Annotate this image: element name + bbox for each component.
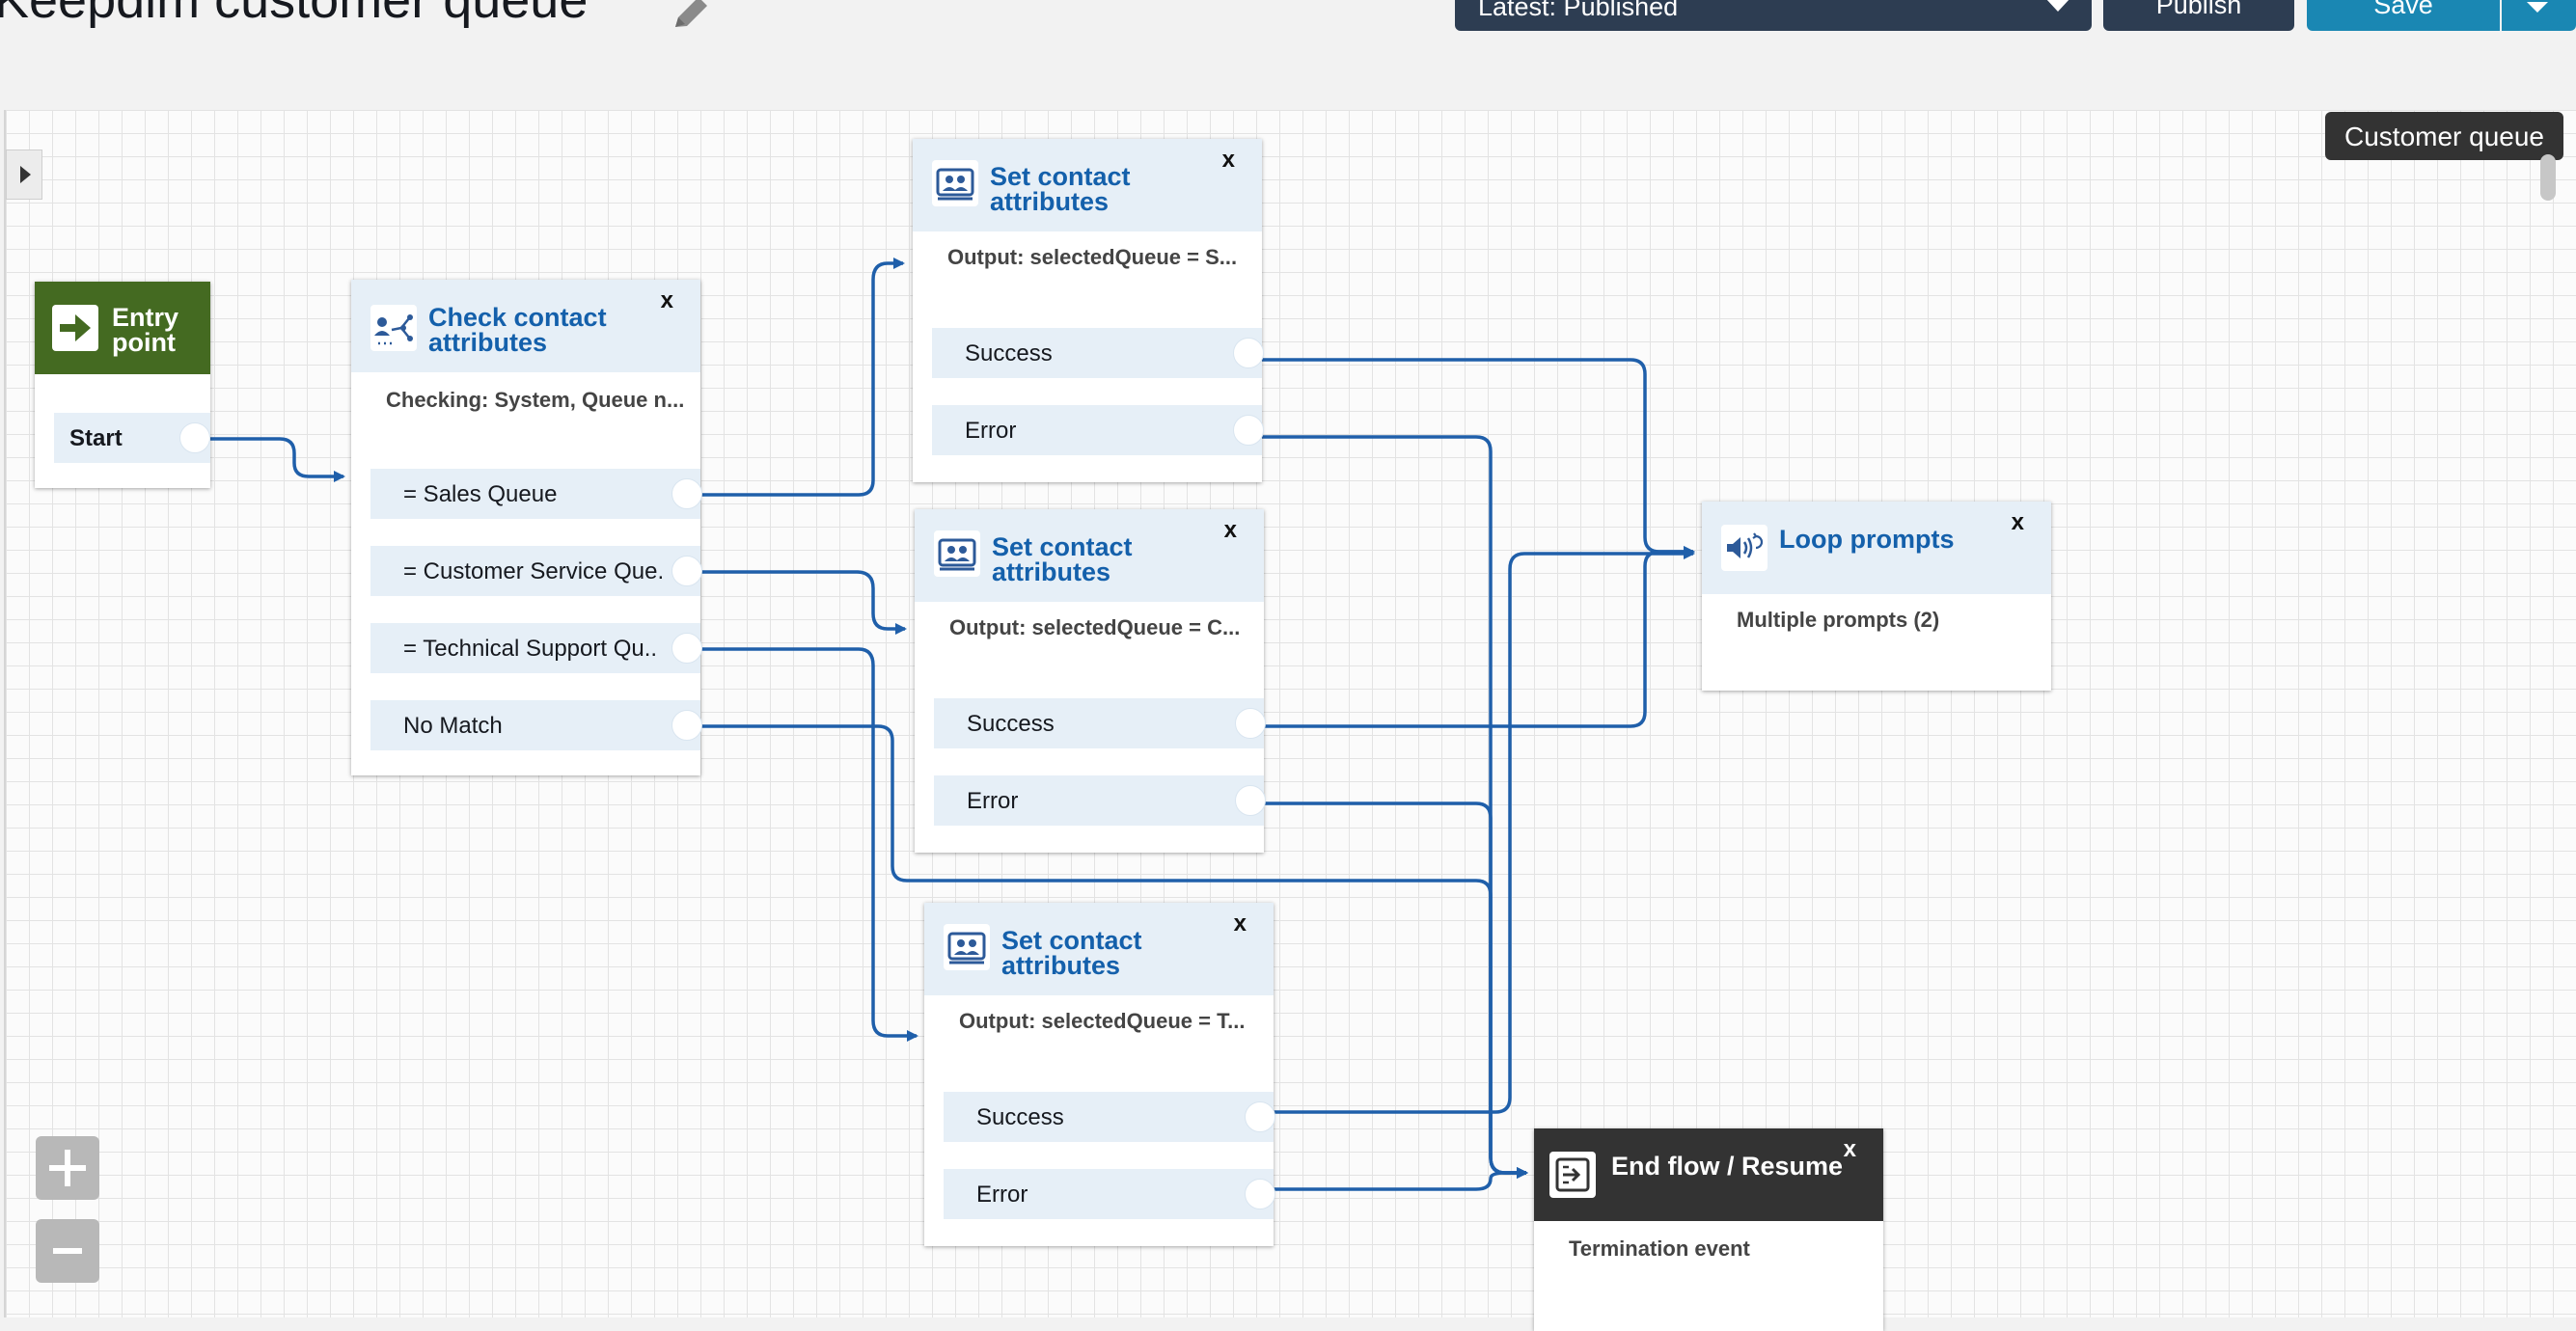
- branch-icon: [370, 305, 417, 351]
- branch-success[interactable]: Success: [932, 328, 1264, 378]
- plus-icon: [49, 1150, 86, 1186]
- block-description: Output: selectedQueue = S...: [947, 245, 1238, 269]
- output-port[interactable]: [1245, 1101, 1275, 1132]
- close-block-button[interactable]: x: [2012, 509, 2024, 536]
- branch-start[interactable]: Start: [54, 413, 210, 463]
- set-contact-attributes-block-1[interactable]: Set contact attributes x Output: selecte…: [913, 139, 1264, 482]
- contact-attributes-icon: [934, 530, 980, 577]
- branch-label: Start: [69, 425, 123, 451]
- block-title: Set contact attributes: [1001, 926, 1142, 980]
- contact-attributes-icon: [932, 160, 978, 206]
- expand-icon: [20, 166, 31, 183]
- dropdown-caret-icon: [2527, 2, 2548, 13]
- output-port[interactable]: [1233, 338, 1264, 368]
- output-port[interactable]: [671, 710, 702, 741]
- zoom-out-button[interactable]: [36, 1219, 99, 1283]
- output-port[interactable]: [1235, 785, 1266, 816]
- end-flow-icon: [1549, 1152, 1596, 1198]
- zoom-in-button[interactable]: [36, 1136, 99, 1200]
- block-title: Loop prompts: [1779, 525, 1955, 554]
- branch-label: = Technical Support Qu..: [403, 636, 658, 662]
- branch-label: No Match: [403, 713, 503, 739]
- speaker-loop-icon: [1721, 525, 1768, 571]
- output-port[interactable]: [671, 633, 702, 664]
- block-description: Checking: System, Queue n...: [386, 388, 685, 412]
- branch-error[interactable]: Error: [932, 405, 1264, 455]
- minus-icon: [53, 1248, 82, 1254]
- branch-label: = Customer Service Que.: [403, 558, 665, 584]
- branch-label: Error: [965, 418, 1017, 444]
- branch-label: Error: [976, 1182, 1028, 1208]
- end-flow-resume-block[interactable]: End flow / Resume x Termination event: [1534, 1128, 1883, 1331]
- output-port[interactable]: [671, 556, 702, 586]
- output-port[interactable]: [179, 422, 210, 453]
- close-block-button[interactable]: x: [1222, 147, 1235, 174]
- edit-pencil-icon[interactable]: [668, 0, 716, 37]
- branch-customer-service-queue[interactable]: = Customer Service Que.: [370, 546, 702, 596]
- close-block-button[interactable]: x: [1844, 1136, 1856, 1163]
- output-port[interactable]: [1245, 1179, 1275, 1209]
- publish-button[interactable]: Publish: [2103, 0, 2294, 31]
- block-description: Output: selectedQueue = C...: [949, 615, 1241, 639]
- block-description: Multiple prompts (2): [1737, 608, 1940, 632]
- entry-point-block[interactable]: Entry point Start: [35, 282, 210, 488]
- close-block-button[interactable]: x: [661, 287, 673, 314]
- branch-label: Success: [976, 1104, 1064, 1130]
- close-block-button[interactable]: x: [1234, 910, 1247, 937]
- branch-technical-support-queue[interactable]: = Technical Support Qu..: [370, 623, 702, 673]
- version-select-value: Latest: Published: [1478, 0, 1679, 21]
- block-title: Set contact attributes: [990, 162, 1131, 216]
- block-description: Termination event: [1569, 1236, 1750, 1261]
- loop-prompts-block[interactable]: Loop prompts x Multiple prompts (2): [1702, 502, 2051, 691]
- arrow-right-icon: [52, 305, 98, 351]
- check-contact-attributes-block[interactable]: Check contact attributes x Checking: Sys…: [351, 280, 702, 775]
- block-title: Entry point: [112, 303, 179, 357]
- version-select[interactable]: Latest: Published: [1455, 0, 2092, 31]
- branch-error[interactable]: Error: [944, 1169, 1275, 1219]
- page-title: Keepdim customer queue: [0, 0, 589, 29]
- sidebar-toggle[interactable]: [6, 149, 42, 200]
- set-contact-attributes-block-3[interactable]: Set contact attributes x Output: selecte…: [924, 903, 1275, 1246]
- block-title: Check contact attributes: [428, 303, 607, 357]
- branch-label: Success: [967, 711, 1055, 737]
- branch-label: Success: [965, 340, 1053, 367]
- branch-label: Error: [967, 788, 1019, 814]
- set-contact-attributes-block-2[interactable]: Set contact attributes x Output: selecte…: [915, 509, 1266, 853]
- block-description: Output: selectedQueue = T...: [959, 1009, 1246, 1033]
- save-button[interactable]: Save: [2307, 0, 2500, 31]
- branch-label: = Sales Queue: [403, 481, 558, 507]
- output-port[interactable]: [1235, 708, 1266, 739]
- branch-error[interactable]: Error: [934, 775, 1266, 826]
- scrollbar-thumb[interactable]: [2540, 154, 2556, 201]
- flow-name-badge: Customer queue: [2325, 112, 2564, 160]
- block-title: End flow / Resume: [1611, 1152, 1844, 1181]
- branch-no-match[interactable]: No Match: [370, 700, 702, 750]
- branch-success[interactable]: Success: [934, 698, 1266, 748]
- dropdown-caret-icon: [2045, 0, 2070, 12]
- output-port[interactable]: [1233, 415, 1264, 446]
- contact-attributes-icon: [944, 924, 990, 970]
- save-options-button[interactable]: [2502, 0, 2576, 31]
- close-block-button[interactable]: x: [1224, 517, 1237, 544]
- block-title: Set contact attributes: [992, 532, 1133, 586]
- branch-success[interactable]: Success: [944, 1092, 1275, 1142]
- branch-sales-queue[interactable]: = Sales Queue: [370, 469, 702, 519]
- output-port[interactable]: [671, 478, 702, 509]
